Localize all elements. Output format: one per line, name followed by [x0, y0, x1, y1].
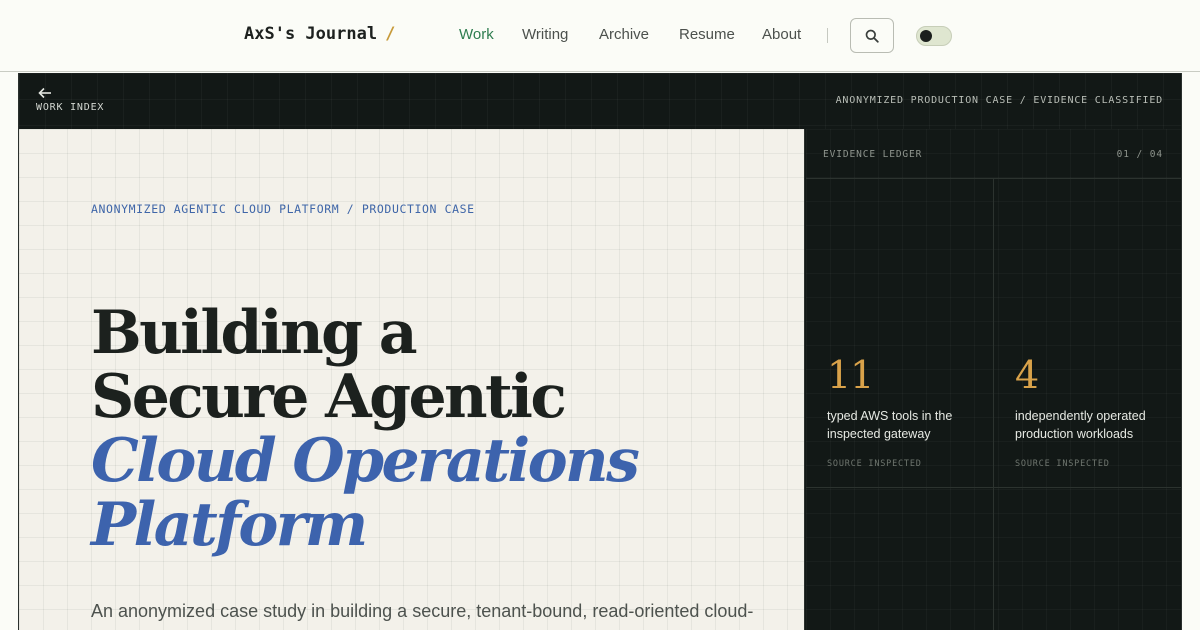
theme-toggle-knob	[920, 30, 932, 42]
stat-label: typed AWS tools in the inspected gateway	[827, 409, 953, 441]
hero-lede: An anonymized case study in building a s…	[91, 601, 754, 621]
ledger-divider-horizontal	[806, 487, 1181, 488]
arrow-left-icon	[38, 87, 51, 99]
stat-source: SOURCE INSPECTED	[827, 459, 922, 469]
stat-value: 4	[1015, 353, 1039, 397]
stat-label: independently operated production worklo…	[1015, 409, 1146, 441]
nav-writing[interactable]: Writing	[522, 26, 568, 43]
theme-toggle[interactable]	[916, 26, 952, 46]
hero-title-line-2: Secure Agentic	[91, 362, 567, 432]
search-button[interactable]	[850, 18, 894, 53]
stat-value: 11	[827, 353, 874, 397]
nav-about[interactable]: About	[762, 26, 801, 43]
hero-panel: ANONYMIZED AGENTIC CLOUD PLATFORM / PROD…	[19, 129, 805, 630]
case-study-frame: WORK INDEX ANONYMIZED PRODUCTION CASE / …	[18, 73, 1182, 630]
top-nav: AxS's Journal / Work Writing Archive Resu…	[0, 0, 1200, 72]
nav-archive[interactable]: Archive	[599, 26, 649, 43]
ledger-title: EVIDENCE LEDGER	[823, 149, 923, 160]
ledger-page-indicator: 01 / 04	[1116, 149, 1163, 160]
site-title-slash: /	[385, 24, 396, 44]
ledger-header: EVIDENCE LEDGER 01 / 04	[806, 129, 1181, 179]
case-header-bar: WORK INDEX ANONYMIZED PRODUCTION CASE / …	[19, 73, 1181, 129]
evidence-ledger: EVIDENCE LEDGER 01 / 04 11 typed AWS too…	[806, 129, 1181, 630]
nav-work[interactable]: Work	[459, 26, 494, 43]
search-icon	[865, 29, 879, 43]
case-classification-tag: ANONYMIZED PRODUCTION CASE / EVIDENCE CL…	[835, 95, 1163, 106]
nav-resume[interactable]: Resume	[679, 26, 735, 43]
site-title: AxS's Journal	[244, 24, 378, 44]
stat-source: SOURCE INSPECTED	[1015, 459, 1110, 469]
stat-card: 11 typed AWS tools in the inspected gate…	[827, 355, 997, 469]
nav-divider	[827, 28, 828, 43]
hero-title-line-1: Building a	[91, 298, 418, 368]
hero-title: Building a Secure Agentic Cloud Operatio…	[91, 298, 640, 560]
hero-title-line-4: Platform	[91, 490, 368, 560]
stat-card: 4 independently operated production work…	[1015, 353, 1181, 469]
hero-title-line-3: Cloud Operations	[91, 426, 640, 496]
hero-eyebrow: ANONYMIZED AGENTIC CLOUD PLATFORM / PROD…	[91, 202, 475, 216]
work-index-label: WORK INDEX	[36, 102, 105, 113]
site-title-link[interactable]: AxS's Journal /	[244, 24, 395, 44]
